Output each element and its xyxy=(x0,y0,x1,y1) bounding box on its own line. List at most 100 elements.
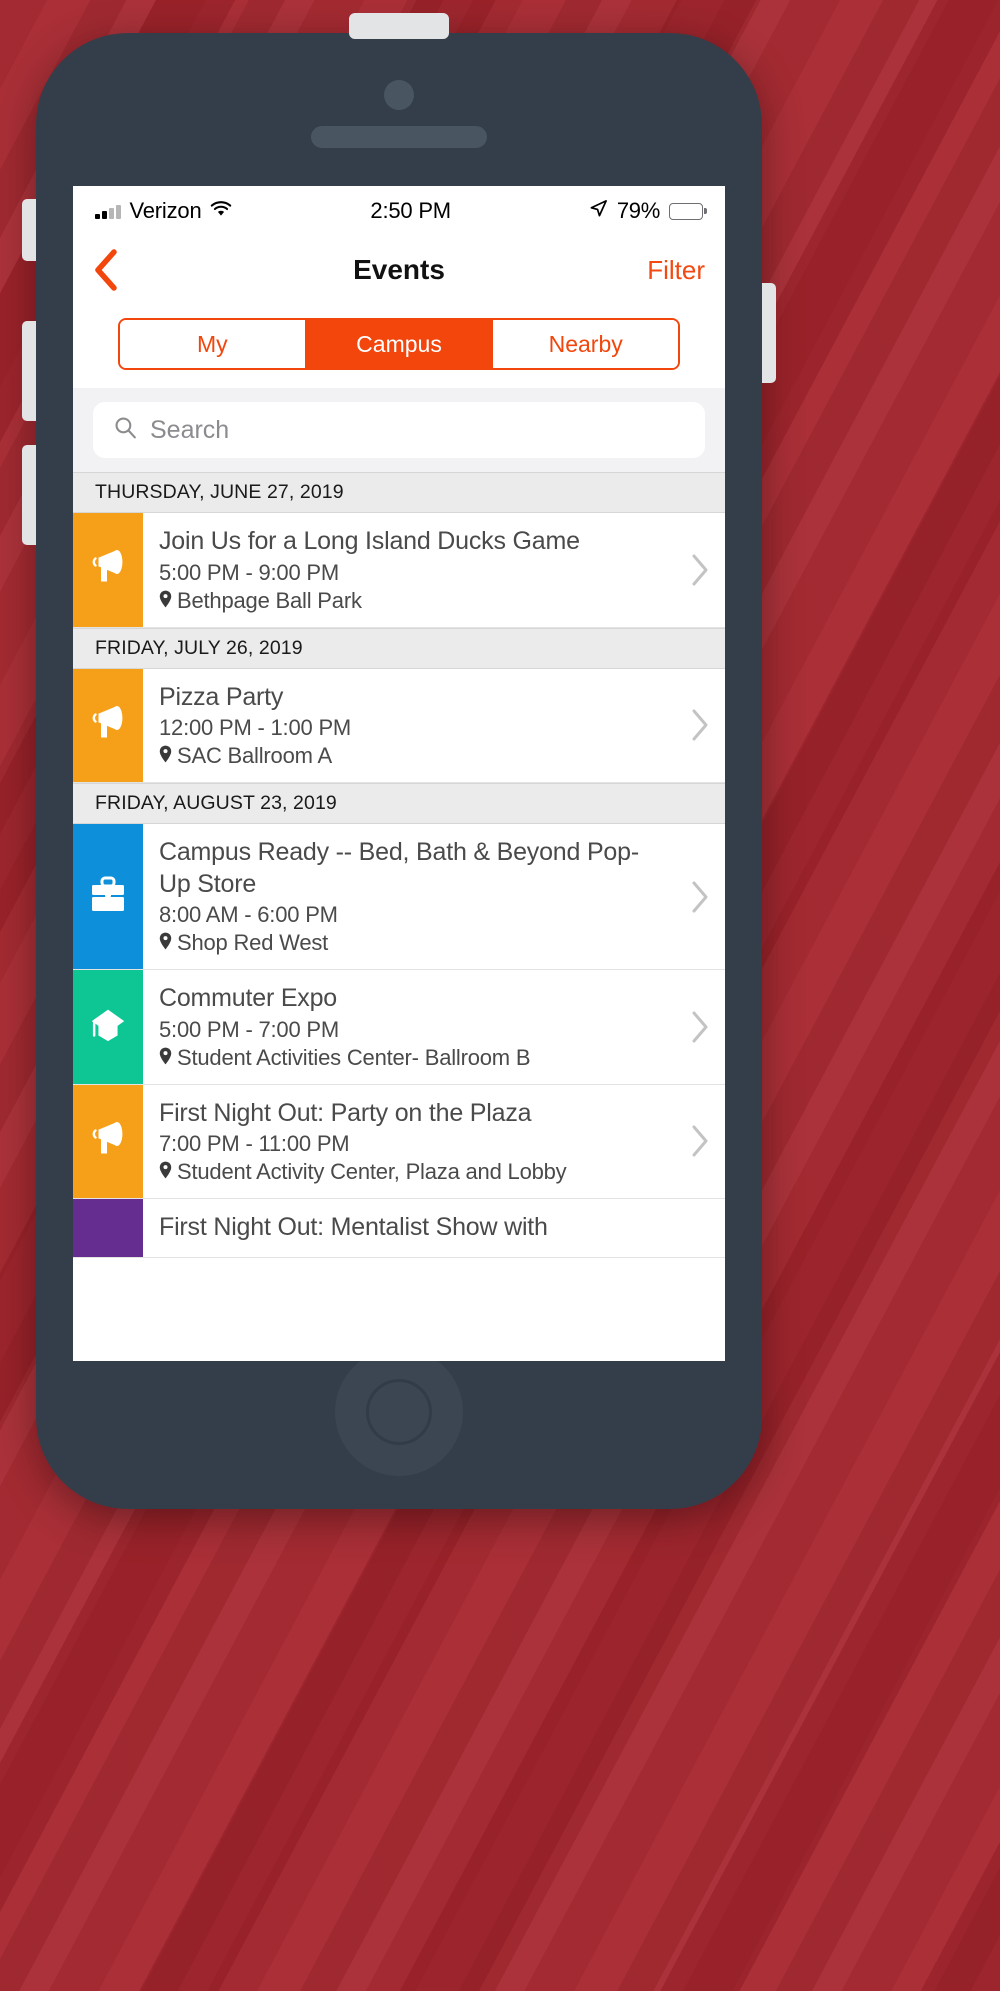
segment-my[interactable]: My xyxy=(120,320,307,368)
event-category-tile xyxy=(73,668,143,782)
location-pin-icon xyxy=(159,743,172,769)
event-details: First Night Out: Mentalist Show with xyxy=(143,1199,675,1257)
event-title: Join Us for a Long Island Ducks Game xyxy=(159,527,580,555)
chevron-right-icon xyxy=(692,881,708,912)
event-title: Commuter Expo xyxy=(159,984,338,1012)
signal-bars-icon xyxy=(95,204,121,219)
event-category-tile xyxy=(73,513,143,627)
battery-icon xyxy=(669,202,703,220)
status-bar: Verizon 2:50 PM 79% xyxy=(73,186,725,236)
event-time: 8:00 AM - 6:00 PM xyxy=(159,902,338,927)
disclosure-chevron[interactable] xyxy=(675,669,725,783)
segment-nearby[interactable]: Nearby xyxy=(493,320,678,368)
segmented-control: My Campus Nearby xyxy=(118,318,680,370)
chevron-right-icon xyxy=(692,1125,708,1157)
earpiece-speaker xyxy=(311,126,487,148)
event-location: Student Activities Center- Ballroom B xyxy=(159,1045,665,1071)
event-row[interactable]: First Night Out: Mentalist Show with xyxy=(73,1199,725,1258)
location-pin-icon xyxy=(159,930,172,956)
event-location-label: Student Activity Center, Plaza and Lobby xyxy=(177,1159,567,1184)
event-title: First Night Out: Party on the Plaza xyxy=(159,1098,532,1127)
event-category-tile xyxy=(73,1199,143,1257)
event-details: Join Us for a Long Island Ducks Game 5:00… xyxy=(143,513,675,627)
event-location-label: SAC Ballroom A xyxy=(177,743,332,768)
disclosure-chevron[interactable] xyxy=(675,1085,725,1199)
event-row[interactable]: Join Us for a Long Island Ducks Game 5:00… xyxy=(73,513,725,628)
date-header: FRIDAY, AUGUST 23, 2019 xyxy=(73,783,725,824)
home-button[interactable] xyxy=(335,1348,463,1476)
status-bar-left: Verizon xyxy=(95,198,232,224)
back-chevron-icon[interactable] xyxy=(93,249,119,291)
event-row[interactable]: First Night Out: Party on the Plaza 7:00 … xyxy=(73,1084,725,1199)
date-header: THURSDAY, JUNE 27, 2019 xyxy=(73,472,725,513)
segment-campus[interactable]: Campus xyxy=(306,320,494,368)
filter-button[interactable]: Filter xyxy=(647,255,705,286)
event-location-label: Student Activities Center- Ballroom B xyxy=(177,1044,531,1070)
search-input[interactable] xyxy=(150,415,685,445)
page-title: Events xyxy=(353,254,445,285)
navigation-bar: Events Filter xyxy=(73,236,725,304)
phone-volume-down-button[interactable] xyxy=(22,445,36,545)
chevron-right-icon xyxy=(692,554,708,586)
event-row[interactable]: Pizza Party 12:00 PM - 1:00 PM SAC Ballroo… xyxy=(73,668,725,783)
location-pin-icon xyxy=(159,588,172,614)
event-row[interactable]: Commuter Expo 5:00 PM - 7:00 PM Student Ac… xyxy=(73,970,725,1085)
event-title: First Night Out: Mentalist Show with xyxy=(159,1213,548,1241)
battery-percent-label: 79% xyxy=(616,198,660,223)
disclosure-chevron[interactable] xyxy=(675,513,725,627)
event-details: Pizza Party 12:00 PM - 1:00 PM SAC Ballroo… xyxy=(143,669,675,783)
segmented-control-container: My Campus Nearby xyxy=(73,304,725,388)
event-location: SAC Ballroom A xyxy=(159,743,665,769)
briefcase-icon xyxy=(92,876,124,911)
graduation-cap-icon xyxy=(91,1009,125,1042)
event-time: 12:00 PM - 1:00 PM xyxy=(159,715,352,740)
location-arrow-icon xyxy=(589,199,608,224)
chevron-right-icon xyxy=(692,709,708,741)
event-time: 5:00 PM - 7:00 PM xyxy=(159,1016,340,1042)
event-location-label: Shop Red West xyxy=(177,930,329,955)
phone-device-frame: Verizon 2:50 PM 79% Events Filter My Cam… xyxy=(22,13,776,1509)
event-details: First Night Out: Party on the Plaza 7:00 … xyxy=(143,1085,675,1199)
event-details: Campus Ready -- Bed, Bath & Beyond Pop-U… xyxy=(143,824,675,969)
event-location: Bethpage Ball Park xyxy=(159,588,665,614)
events-list[interactable]: THURSDAY, JUNE 27, 2019 Join Us for a Lon… xyxy=(73,472,725,1361)
search-box[interactable] xyxy=(93,402,705,458)
events-app: Verizon 2:50 PM 79% Events Filter My Cam… xyxy=(73,186,725,1361)
phone-power-button[interactable] xyxy=(762,283,776,383)
phone-top-antenna-nub xyxy=(349,13,449,39)
disclosure-chevron[interactable] xyxy=(675,824,725,969)
date-header: FRIDAY, JULY 26, 2019 xyxy=(73,627,725,669)
briefcase-icon xyxy=(88,874,128,919)
location-pin-icon xyxy=(159,1159,172,1185)
megaphone-icon xyxy=(86,701,130,750)
event-location: Shop Red West xyxy=(159,930,665,956)
event-location-label: Bethpage Ball Park xyxy=(177,587,362,613)
event-category-tile xyxy=(73,1084,143,1198)
megaphone-icon xyxy=(86,545,130,594)
megaphone-icon xyxy=(92,550,123,582)
event-time: 7:00 PM - 11:00 PM xyxy=(159,1131,350,1156)
event-category-tile xyxy=(73,970,143,1084)
chevron-right-icon xyxy=(692,1011,708,1043)
location-pin-icon xyxy=(159,932,172,950)
event-title: Campus Ready -- Bed, Bath & Beyond Pop-U… xyxy=(159,838,639,898)
carrier-label: Verizon xyxy=(129,198,202,223)
status-bar-right: 79% xyxy=(589,198,703,224)
disclosure-chevron[interactable] xyxy=(675,1199,725,1257)
event-time: 5:00 PM - 9:00 PM xyxy=(159,559,340,585)
event-category-tile xyxy=(73,824,143,969)
phone-mute-switch[interactable] xyxy=(22,199,36,261)
wifi-icon xyxy=(210,199,232,223)
megaphone-icon xyxy=(92,1121,123,1154)
location-pin-icon xyxy=(159,590,172,607)
event-location: Student Activity Center, Plaza and Lobby xyxy=(159,1159,665,1185)
location-pin-icon xyxy=(159,1045,172,1071)
phone-volume-up-button[interactable] xyxy=(22,321,36,421)
event-row[interactable]: Campus Ready -- Bed, Bath & Beyond Pop-U… xyxy=(73,824,725,970)
location-pin-icon xyxy=(159,1161,172,1179)
search-container xyxy=(73,388,725,472)
location-pin-icon xyxy=(159,745,172,763)
front-camera-icon xyxy=(384,80,414,110)
location-pin-icon xyxy=(159,1047,172,1064)
disclosure-chevron[interactable] xyxy=(675,970,725,1084)
